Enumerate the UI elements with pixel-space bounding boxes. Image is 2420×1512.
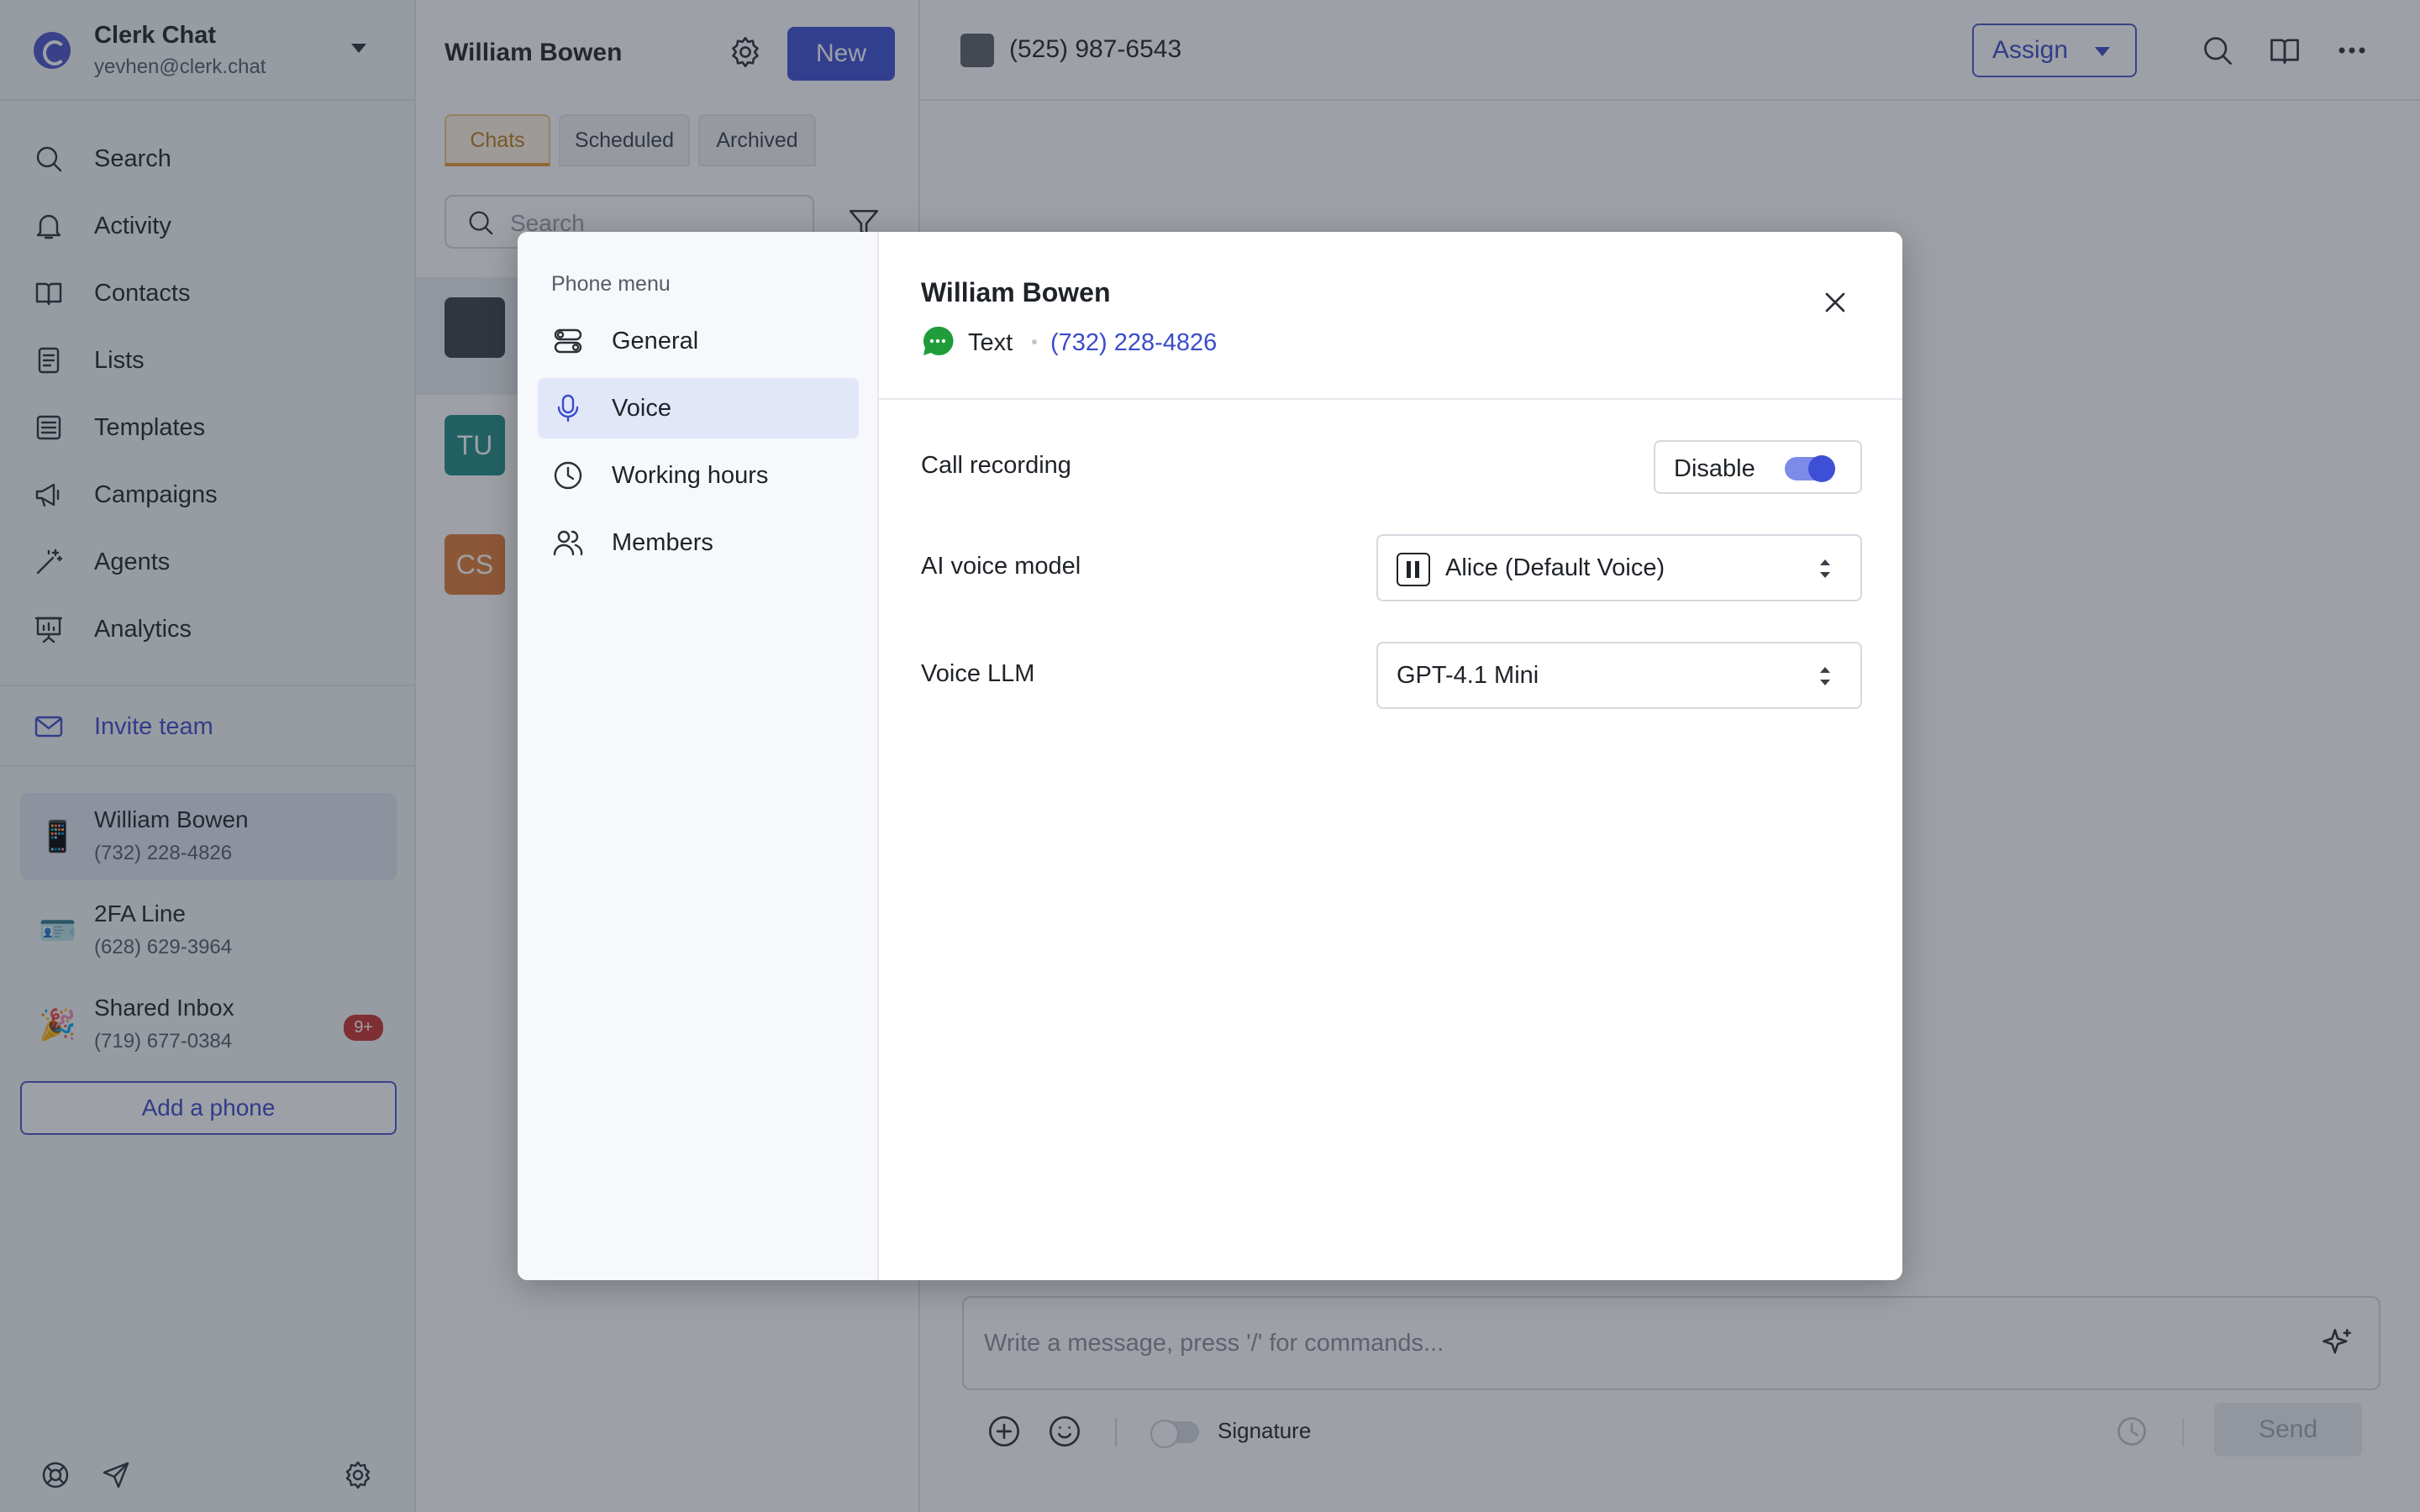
menu-item-voice[interactable]: Voice bbox=[538, 378, 859, 438]
channel-number[interactable]: (732) 228-4826 bbox=[1050, 329, 1217, 357]
app-window: Clerk Chat yevhen@clerk.chat Search Acti… bbox=[0, 0, 2420, 1512]
menu-item-members[interactable]: Members bbox=[538, 512, 859, 573]
close-icon[interactable] bbox=[1818, 286, 1852, 319]
toggle-switch[interactable] bbox=[1785, 455, 1835, 482]
menu-item-label: Voice bbox=[612, 395, 671, 422]
ai-voice-model-select[interactable]: Alice (Default Voice) bbox=[1376, 534, 1862, 601]
call-recording-toggle-label: Disable bbox=[1674, 455, 1755, 482]
contact-name: William Bowen bbox=[921, 277, 1111, 307]
voice-llm-value: GPT-4.1 Mini bbox=[1397, 662, 1539, 689]
phone-menu: Phone menu General Voice Working hours M… bbox=[518, 232, 879, 1280]
call-recording-toggle[interactable]: Disable bbox=[1654, 440, 1862, 494]
menu-item-label: Members bbox=[612, 529, 713, 556]
menu-item-label: General bbox=[612, 328, 699, 354]
modal-header: William Bowen Text (732) 228-4826 bbox=[879, 232, 1902, 400]
users-icon bbox=[553, 530, 583, 556]
text-message-icon bbox=[923, 326, 954, 355]
ai-voice-model-label: AI voice model bbox=[921, 553, 1081, 580]
menu-item-general[interactable]: General bbox=[538, 311, 859, 371]
channel-type: Text bbox=[968, 329, 1013, 356]
clock-icon bbox=[554, 461, 582, 490]
phone-menu-caption: Phone menu bbox=[551, 272, 671, 296]
separator-dot bbox=[1032, 339, 1037, 344]
chevron-up-down-icon bbox=[1820, 559, 1830, 578]
voice-llm-select[interactable]: GPT-4.1 Mini bbox=[1376, 642, 1862, 709]
menu-item-working-hours[interactable]: Working hours bbox=[538, 445, 859, 506]
toggles-icon bbox=[554, 328, 582, 354]
ai-voice-model-value: Alice (Default Voice) bbox=[1445, 554, 1665, 581]
voice-settings: William Bowen Text (732) 228-4826 Call r… bbox=[879, 232, 1902, 1280]
microphone-icon bbox=[557, 394, 579, 423]
call-recording-label: Call recording bbox=[921, 452, 1071, 479]
phone-settings-modal: Phone menu General Voice Working hours M… bbox=[518, 232, 1902, 1280]
chevron-up-down-icon bbox=[1820, 667, 1830, 685]
menu-item-label: Working hours bbox=[612, 462, 769, 489]
pause-voice-preview-icon[interactable] bbox=[1397, 553, 1430, 586]
voice-llm-label: Voice LLM bbox=[921, 660, 1035, 687]
